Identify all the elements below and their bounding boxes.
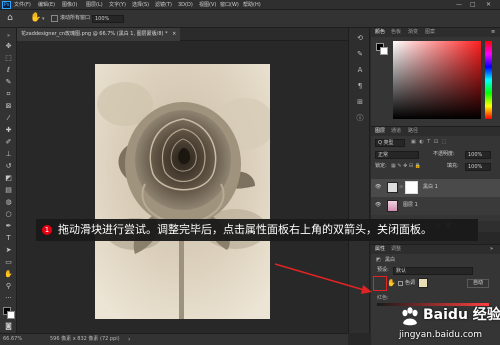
annotation-arrow	[274, 263, 372, 294]
watermark-brand: Baidu 经验	[423, 307, 500, 323]
step-number-badge: 1	[42, 225, 52, 235]
baidu-paw-logo	[402, 307, 418, 326]
photoshop-window: Ps 文件(F) 编辑(E) 图像(I) 图层(L) 文字(Y) 选择(S) 滤…	[0, 0, 500, 345]
watermark-url: jingyan.baidu.com	[399, 330, 483, 340]
instruction-callout: 1 拖动滑块进行尝试。调整完毕后，点击属性面板右上角的双箭头，关闭面板。	[36, 219, 478, 241]
baidu-watermark: Baidu 经验 jingyan.baidu.com	[395, 302, 500, 344]
instruction-text: 拖动滑块进行尝试。调整完毕后，点击属性面板右上角的双箭头，关闭面板。	[58, 223, 432, 236]
